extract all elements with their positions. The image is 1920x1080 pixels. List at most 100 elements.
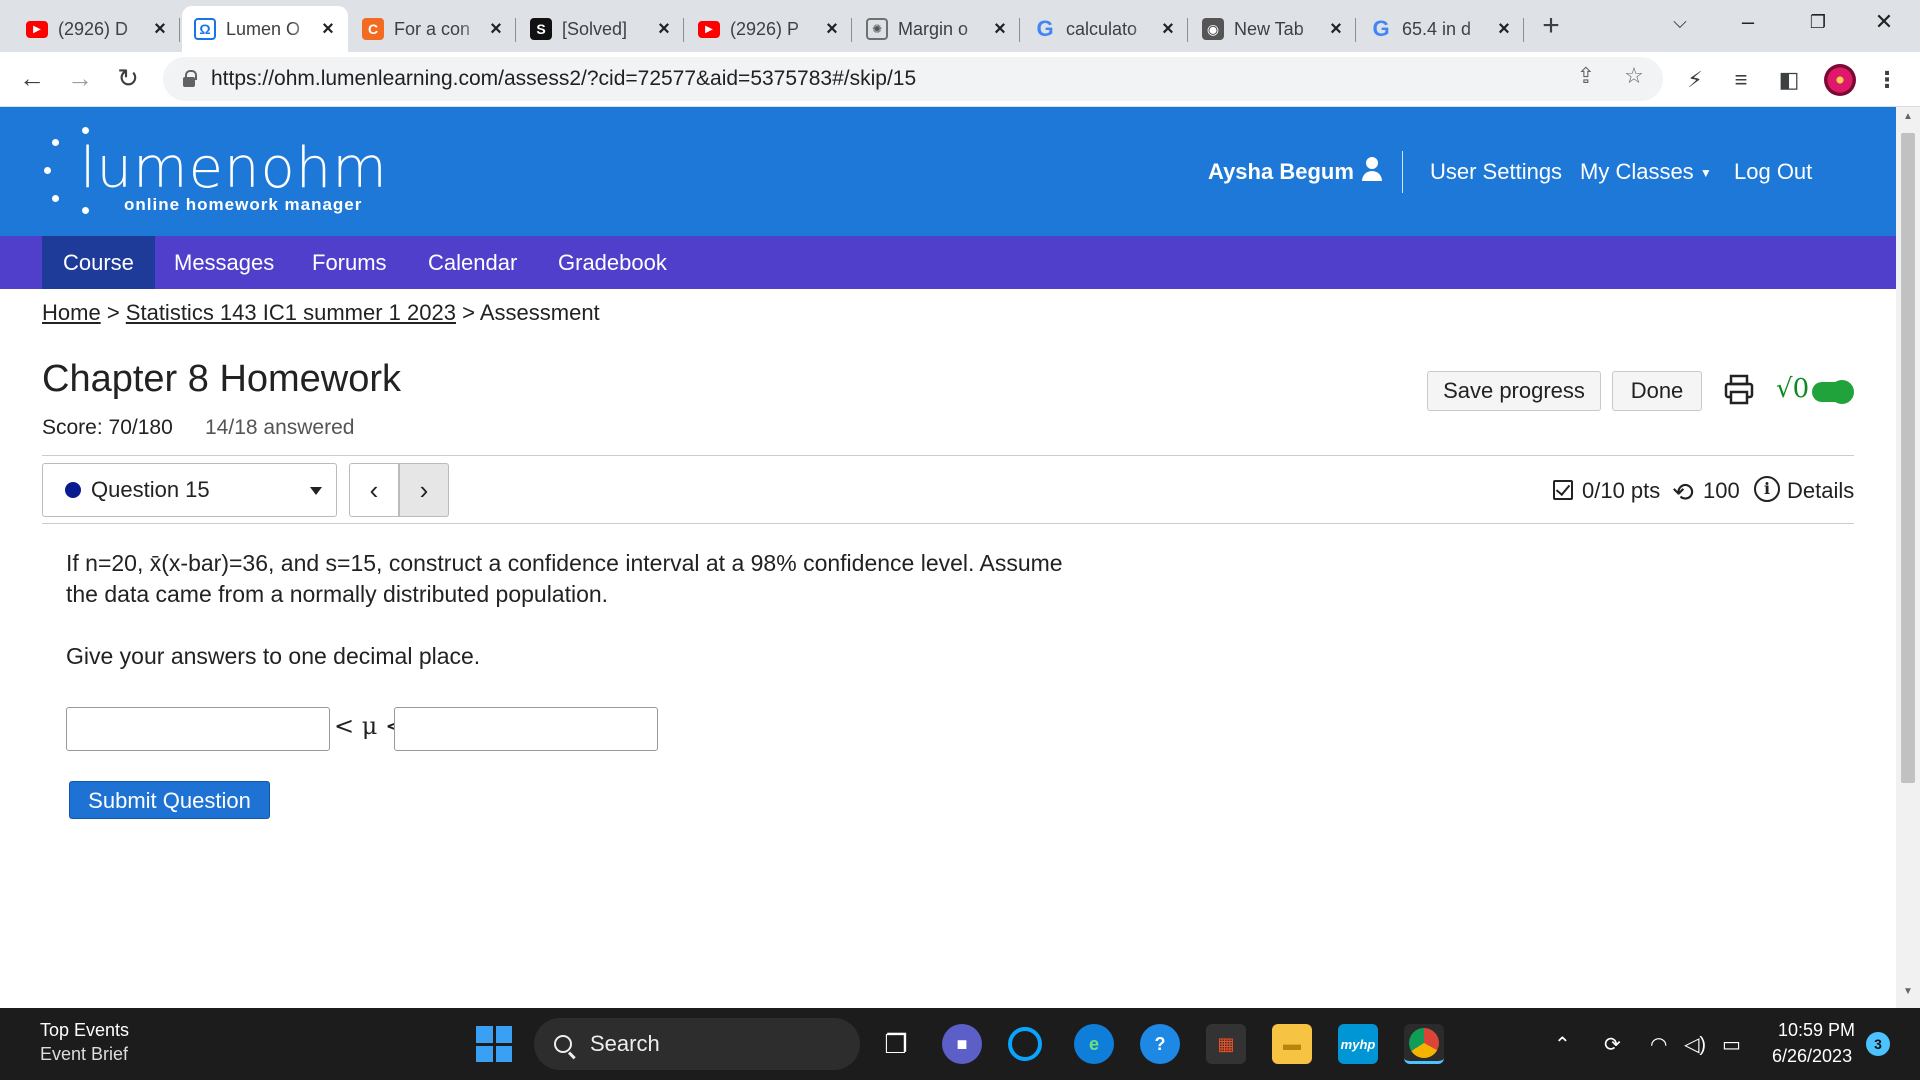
- browser-tab[interactable]: ◉ New Tab ×: [1190, 6, 1356, 52]
- browser-tab-active[interactable]: Ω Lumen O ×: [182, 6, 348, 52]
- close-tab-icon[interactable]: ×: [486, 18, 506, 41]
- breadcrumb-current: Assessment: [479, 300, 600, 325]
- forward-arrow-icon[interactable]: →: [62, 60, 98, 96]
- cortana-icon[interactable]: [1008, 1027, 1042, 1061]
- close-tab-icon[interactable]: ×: [1326, 18, 1346, 41]
- site-header: lumenohm online homework manager Aysha B…: [0, 107, 1896, 236]
- microsoft-store-icon[interactable]: ▦: [1206, 1024, 1246, 1064]
- nav-gradebook[interactable]: Gradebook: [537, 236, 688, 289]
- scroll-up-icon[interactable]: ▲: [1896, 111, 1920, 131]
- user-settings-link[interactable]: User Settings: [1430, 159, 1562, 185]
- nav-calendar[interactable]: Calendar: [407, 236, 538, 289]
- scrollbar-thumb[interactable]: [1901, 133, 1915, 783]
- browser-tab[interactable]: G 65.4 in d ×: [1358, 6, 1524, 52]
- taskbar-date[interactable]: 6/26/2023: [1772, 1046, 1852, 1067]
- divider: [42, 523, 1854, 524]
- lumen-icon: Ω: [194, 18, 216, 40]
- edge-icon[interactable]: e: [1074, 1024, 1114, 1064]
- news-widget-title[interactable]: Top Events: [40, 1020, 129, 1041]
- extension-icon[interactable]: ⚡: [1680, 65, 1710, 95]
- browser-tab[interactable]: ✺ Margin o ×: [854, 6, 1020, 52]
- get-help-icon[interactable]: ?: [1140, 1024, 1180, 1064]
- volume-icon[interactable]: ◁): [1684, 1032, 1706, 1057]
- header-divider: [1402, 151, 1403, 193]
- restore-icon[interactable]: ❐: [1790, 0, 1846, 44]
- question-status-dot-icon: [65, 482, 81, 498]
- details-link[interactable]: Details: [1787, 478, 1854, 504]
- wifi-icon[interactable]: ◠: [1650, 1032, 1667, 1057]
- side-panel-icon[interactable]: ◧: [1774, 65, 1804, 95]
- done-button[interactable]: Done: [1612, 371, 1702, 411]
- breadcrumb-home-link[interactable]: Home: [42, 300, 101, 325]
- close-tab-icon[interactable]: ×: [318, 18, 338, 41]
- youtube-icon: ▶: [698, 20, 720, 38]
- bookmark-star-icon[interactable]: ☆: [1620, 62, 1648, 90]
- share-icon[interactable]: ⇪: [1572, 62, 1600, 90]
- my-classes-link[interactable]: My Classes ▼: [1580, 159, 1712, 185]
- breadcrumb-course-link[interactable]: Statistics 143 IC1 summer 1 2023: [126, 300, 456, 325]
- reload-icon[interactable]: ↻: [110, 60, 146, 96]
- previous-question-button[interactable]: ‹: [349, 463, 399, 517]
- site-logo[interactable]: lumenohm: [80, 141, 388, 197]
- news-widget-subtitle[interactable]: Event Brief: [40, 1044, 128, 1065]
- teams-chat-icon[interactable]: ■: [942, 1024, 982, 1064]
- close-window-icon[interactable]: ✕: [1856, 0, 1912, 44]
- browser-tab[interactable]: S [Solved] ×: [518, 6, 684, 52]
- lower-bound-input[interactable]: [66, 707, 330, 751]
- upper-bound-input[interactable]: [394, 707, 658, 751]
- address-bar[interactable]: https://ohm.lumenlearning.com/assess2/?c…: [163, 57, 1663, 101]
- task-view-icon[interactable]: ❐: [876, 1024, 916, 1064]
- minimize-icon[interactable]: –: [1720, 0, 1776, 44]
- battery-icon[interactable]: ▭: [1722, 1032, 1741, 1057]
- divider: [42, 455, 1854, 456]
- reading-list-icon[interactable]: ≡: [1726, 65, 1756, 95]
- breadcrumb-separator: >: [462, 300, 475, 325]
- scroll-down-icon[interactable]: ▼: [1896, 986, 1920, 1006]
- browser-tab[interactable]: ▶ (2926) D ×: [14, 6, 180, 52]
- notification-badge[interactable]: 3: [1866, 1032, 1890, 1056]
- page-scrollbar[interactable]: ▲ ▼: [1896, 107, 1920, 1008]
- close-tab-icon[interactable]: ×: [150, 18, 170, 41]
- file-explorer-icon[interactable]: ▬: [1272, 1024, 1312, 1064]
- close-tab-icon[interactable]: ×: [822, 18, 842, 41]
- close-tab-icon[interactable]: ×: [1158, 18, 1178, 41]
- nav-forums[interactable]: Forums: [291, 236, 408, 289]
- nav-course[interactable]: Course: [42, 236, 155, 289]
- browser-tab[interactable]: G calculato ×: [1022, 6, 1188, 52]
- new-tab-button[interactable]: +: [1536, 8, 1566, 44]
- breadcrumb-separator: >: [106, 300, 120, 325]
- submit-question-button[interactable]: Submit Question: [69, 781, 270, 819]
- attempts-count: 100: [1703, 478, 1740, 503]
- google-icon: G: [1036, 16, 1054, 41]
- taskbar-time[interactable]: 10:59 PM: [1778, 1020, 1855, 1041]
- close-tab-icon[interactable]: ×: [654, 18, 674, 41]
- log-out-link[interactable]: Log Out: [1734, 159, 1812, 185]
- math-entry-icon: √0: [1776, 374, 1810, 404]
- question-text-line: the data came from a normally distribute…: [66, 581, 609, 607]
- myhp-icon[interactable]: myhp: [1338, 1024, 1378, 1064]
- tray-chevron-icon[interactable]: ⌃: [1554, 1032, 1571, 1057]
- print-icon[interactable]: [1724, 374, 1754, 406]
- profile-avatar[interactable]: [1824, 64, 1856, 96]
- sync-icon[interactable]: ⟳: [1604, 1032, 1621, 1057]
- chrome-taskbar-icon[interactable]: [1404, 1024, 1444, 1064]
- math-entry-toggle[interactable]: [1812, 380, 1854, 404]
- back-arrow-icon[interactable]: ←: [14, 60, 50, 96]
- browser-tab[interactable]: ▶ (2926) P ×: [686, 6, 852, 52]
- lock-icon[interactable]: [183, 70, 197, 87]
- close-tab-icon[interactable]: ×: [990, 18, 1010, 41]
- next-question-button[interactable]: ›: [399, 463, 449, 517]
- taskbar-search[interactable]: Search: [534, 1018, 860, 1070]
- tab-search-chevron-icon[interactable]: ⌵: [1652, 0, 1708, 44]
- search-icon: [554, 1035, 572, 1053]
- browser-tab[interactable]: C For a con ×: [350, 6, 516, 52]
- menu-dots-icon[interactable]: ⋮: [1872, 65, 1902, 95]
- course-nav: Course Messages Forums Calendar Gradeboo…: [0, 236, 1896, 289]
- close-tab-icon[interactable]: ×: [1494, 18, 1514, 41]
- question-selector[interactable]: Question 15: [42, 463, 337, 517]
- dropdown-caret-icon: [310, 487, 322, 495]
- info-icon[interactable]: i: [1754, 476, 1780, 502]
- windows-start-icon[interactable]: [476, 1026, 512, 1062]
- save-progress-button[interactable]: Save progress: [1427, 371, 1601, 411]
- nav-messages[interactable]: Messages: [153, 236, 295, 289]
